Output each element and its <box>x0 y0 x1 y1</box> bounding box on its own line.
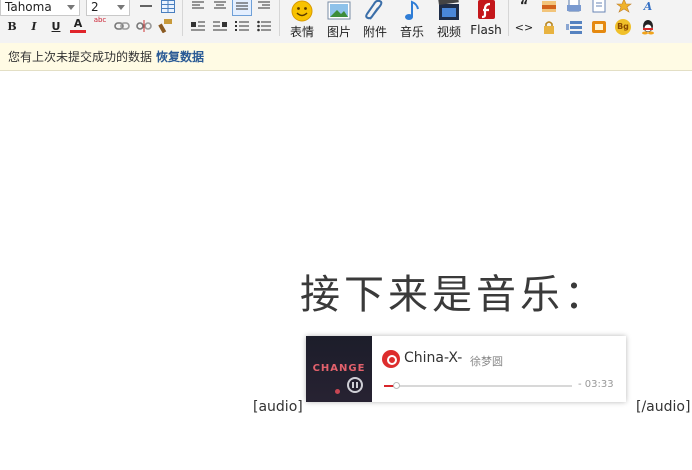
restore-notice-text: 您有上次未提交成功的数据 <box>8 50 153 64</box>
quote-button[interactable]: “ <box>516 0 532 14</box>
ordered-list-icon[interactable] <box>234 18 250 34</box>
paperclip-icon <box>365 0 383 20</box>
link-icon[interactable] <box>114 18 130 34</box>
artist-name: 徐梦圆 <box>470 355 503 368</box>
spellcheck-icon: abc <box>93 16 107 24</box>
font-size-value: 2 <box>91 0 99 14</box>
align-justify-icon[interactable] <box>232 0 252 16</box>
page-button[interactable] <box>591 0 607 14</box>
font-style-icon: A <box>643 0 653 13</box>
flash-label: Flash <box>470 23 502 37</box>
collapse-icon <box>566 21 582 34</box>
unordered-list-icon[interactable] <box>256 18 272 34</box>
music-player: CHANGE China-X- 徐梦圆 - 03:33 <box>306 336 626 402</box>
restore-data-link[interactable]: 恢复数据 <box>156 50 204 64</box>
album-cover: CHANGE <box>306 336 372 402</box>
collapse-button[interactable] <box>566 19 582 35</box>
float-right-icon[interactable] <box>212 18 228 34</box>
italic-button[interactable]: I <box>26 18 42 34</box>
film-icon <box>438 0 459 20</box>
horizontal-rule-icon[interactable] <box>138 0 154 14</box>
progress-track[interactable] <box>384 382 572 389</box>
free-button[interactable] <box>541 0 557 14</box>
restore-notice-bar: 您有上次未提交成功的数据 恢复数据 <box>0 43 692 71</box>
page-icon <box>592 0 606 13</box>
pause-icon[interactable] <box>347 377 363 393</box>
free-icon <box>542 1 556 12</box>
editor-heading-text[interactable]: 接下来是音乐： <box>300 262 608 320</box>
audio-close-tag[interactable]: [/audio] <box>636 399 690 415</box>
star-hand-icon <box>616 0 632 13</box>
box-button[interactable] <box>591 19 607 35</box>
hide-content-icon <box>567 0 581 12</box>
unlink-icon[interactable] <box>136 18 152 34</box>
music-note-icon <box>405 0 419 20</box>
time-remaining: - 03:33 <box>578 379 614 390</box>
audio-open-tag[interactable]: [audio] <box>253 399 303 415</box>
font-family-value: Tahoma <box>5 0 52 14</box>
album-cover-text: CHANGE <box>312 363 366 374</box>
bold-button[interactable]: B <box>4 18 20 34</box>
align-left-icon[interactable] <box>190 0 206 14</box>
quote-icon: “ <box>519 0 529 14</box>
spellcheck-button[interactable]: abc <box>92 16 108 32</box>
table-icon[interactable] <box>160 0 176 14</box>
font-size-select[interactable]: 2 <box>86 0 130 16</box>
float-left-icon[interactable] <box>190 18 206 34</box>
netease-music-logo-icon <box>382 350 400 368</box>
align-center-icon[interactable] <box>212 0 228 14</box>
chevron-down-icon <box>67 5 75 10</box>
lock-button[interactable] <box>541 19 557 35</box>
smiley-icon <box>291 0 313 22</box>
chevron-down-icon <box>117 5 125 10</box>
sign-button[interactable] <box>616 0 632 14</box>
box-icon <box>592 21 606 33</box>
font-style-button[interactable]: A <box>640 0 656 14</box>
progress-knob[interactable] <box>393 382 400 389</box>
editor-toolbar: Tahoma 2 B I U A abc 表情 图片 附件 音乐 视频 Flas… <box>0 0 692 43</box>
code-button[interactable]: <> <box>514 19 534 35</box>
align-right-icon[interactable] <box>256 0 272 14</box>
image-icon <box>327 1 351 20</box>
qq-button[interactable] <box>640 19 656 35</box>
format-painter-icon[interactable] <box>158 18 174 34</box>
cover-dot <box>335 389 340 394</box>
code-icon: <> <box>514 20 534 34</box>
flash-icon <box>478 0 495 19</box>
background-icon: Bg <box>615 19 631 35</box>
qq-penguin-icon <box>642 20 654 35</box>
font-color-button[interactable]: A <box>70 17 86 33</box>
font-family-select[interactable]: Tahoma <box>0 0 80 16</box>
lock-icon <box>544 21 554 34</box>
flash-button[interactable]: Flash <box>467 0 505 42</box>
underline-button[interactable]: U <box>48 18 64 34</box>
song-title: China-X- <box>404 350 463 366</box>
hide-content-button[interactable] <box>566 0 582 14</box>
background-button[interactable]: Bg <box>614 19 632 35</box>
